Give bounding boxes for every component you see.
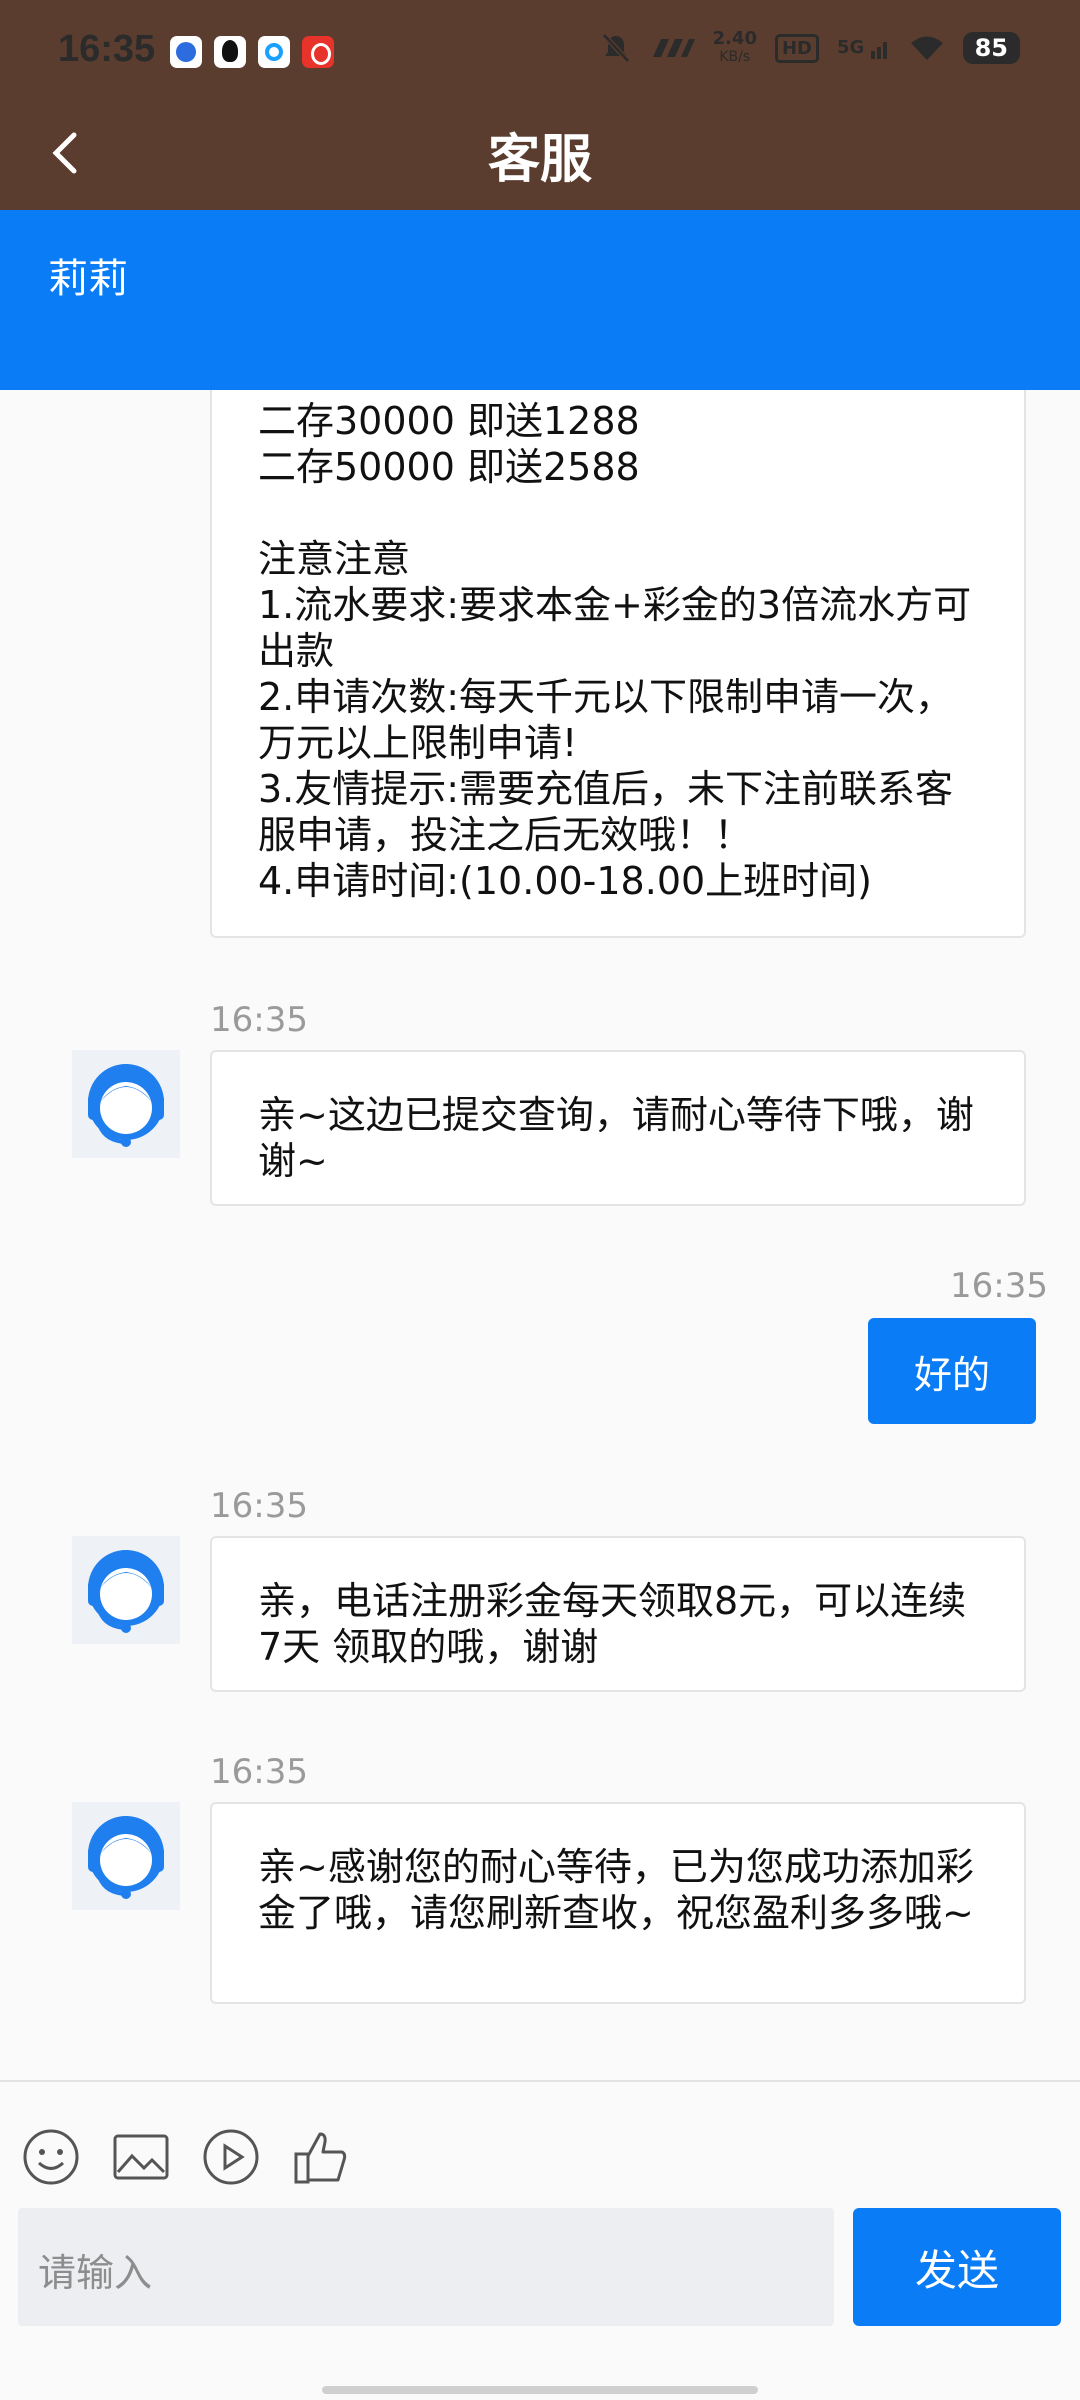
- image-icon[interactable]: [112, 2128, 170, 2186]
- message-bubble-agent: 亲~这边已提交查询，请耐心等待下哦，谢谢~: [210, 1050, 1026, 1206]
- signal-label: 5G: [837, 37, 865, 58]
- message-timestamp: 16:35: [210, 1752, 308, 1792]
- net-speed-value: 2.40: [712, 28, 757, 49]
- agent-avatar: [72, 1536, 180, 1644]
- headset-agent-icon: [88, 1816, 164, 1899]
- composer: 请输入 发送: [0, 2080, 1080, 2326]
- send-button[interactable]: 发送: [853, 2208, 1061, 2326]
- home-indicator[interactable]: [322, 2386, 758, 2394]
- agent-name: 莉莉: [48, 256, 128, 302]
- top-bar: 16:35 2.40 KB/s HD 5G 85 客服: [0, 0, 1080, 210]
- message-bubble-self: 好的: [868, 1318, 1036, 1424]
- agent-avatar: [72, 1050, 180, 1158]
- hd-badge: HD: [774, 33, 819, 63]
- message-timestamp: 16:35: [210, 1486, 308, 1526]
- browser-app-icon: [258, 36, 290, 68]
- message-timestamp: 16:35: [950, 1266, 1048, 1306]
- emoji-icon[interactable]: [22, 2128, 80, 2186]
- message-input[interactable]: 请输入: [18, 2208, 834, 2326]
- page-title: 客服: [487, 130, 592, 190]
- thumbs-up-icon[interactable]: [292, 2128, 350, 2186]
- chat-area[interactable]: 二存30000 即送1288 二存50000 即送2588 注意注意 1.流水要…: [0, 390, 1080, 2080]
- title-row: 客服: [0, 105, 1080, 210]
- status-right: 2.40 KB/s HD 5G 85: [601, 30, 1020, 66]
- video-play-icon[interactable]: [202, 2128, 260, 2186]
- message-bubble-agent: 亲，电话注册彩金每天领取8元，可以连续 7天 领取的哦，谢谢: [210, 1536, 1026, 1692]
- net-speed-unit: KB/s: [719, 49, 751, 65]
- qq-app-icon: [214, 36, 246, 68]
- status-bar: 16:35 2.40 KB/s HD 5G 85: [0, 0, 1080, 105]
- headset-agent-icon: [88, 1064, 164, 1147]
- signal-bars-icon: [870, 42, 887, 59]
- agent-bar: 莉莉: [0, 210, 1080, 390]
- signal-5g: 5G: [837, 37, 891, 59]
- status-time: 16:35: [58, 28, 156, 70]
- notification-icons: [170, 36, 334, 68]
- wifi-icon: [910, 36, 943, 60]
- net-speed: 2.40 KB/s: [713, 30, 757, 66]
- shopping-app-icon: [302, 36, 334, 68]
- agent-avatar: [72, 1802, 180, 1910]
- mute-bell-icon: [601, 33, 630, 63]
- message-bubble-agent: 亲~感谢您的耐心等待，已为您成功添加彩金了哦，请您刷新查收，祝您盈利多多哦~: [210, 1802, 1026, 2004]
- battery-indicator: 85: [962, 32, 1020, 64]
- composer-tools: [22, 2128, 350, 2186]
- baidu-app-icon: [170, 36, 202, 68]
- message-bubble-agent: 二存30000 即送1288 二存50000 即送2588 注意注意 1.流水要…: [210, 390, 1026, 938]
- carrier-logo-icon: [652, 39, 695, 57]
- message-timestamp: 16:35: [210, 1000, 308, 1040]
- headset-agent-icon: [88, 1550, 164, 1633]
